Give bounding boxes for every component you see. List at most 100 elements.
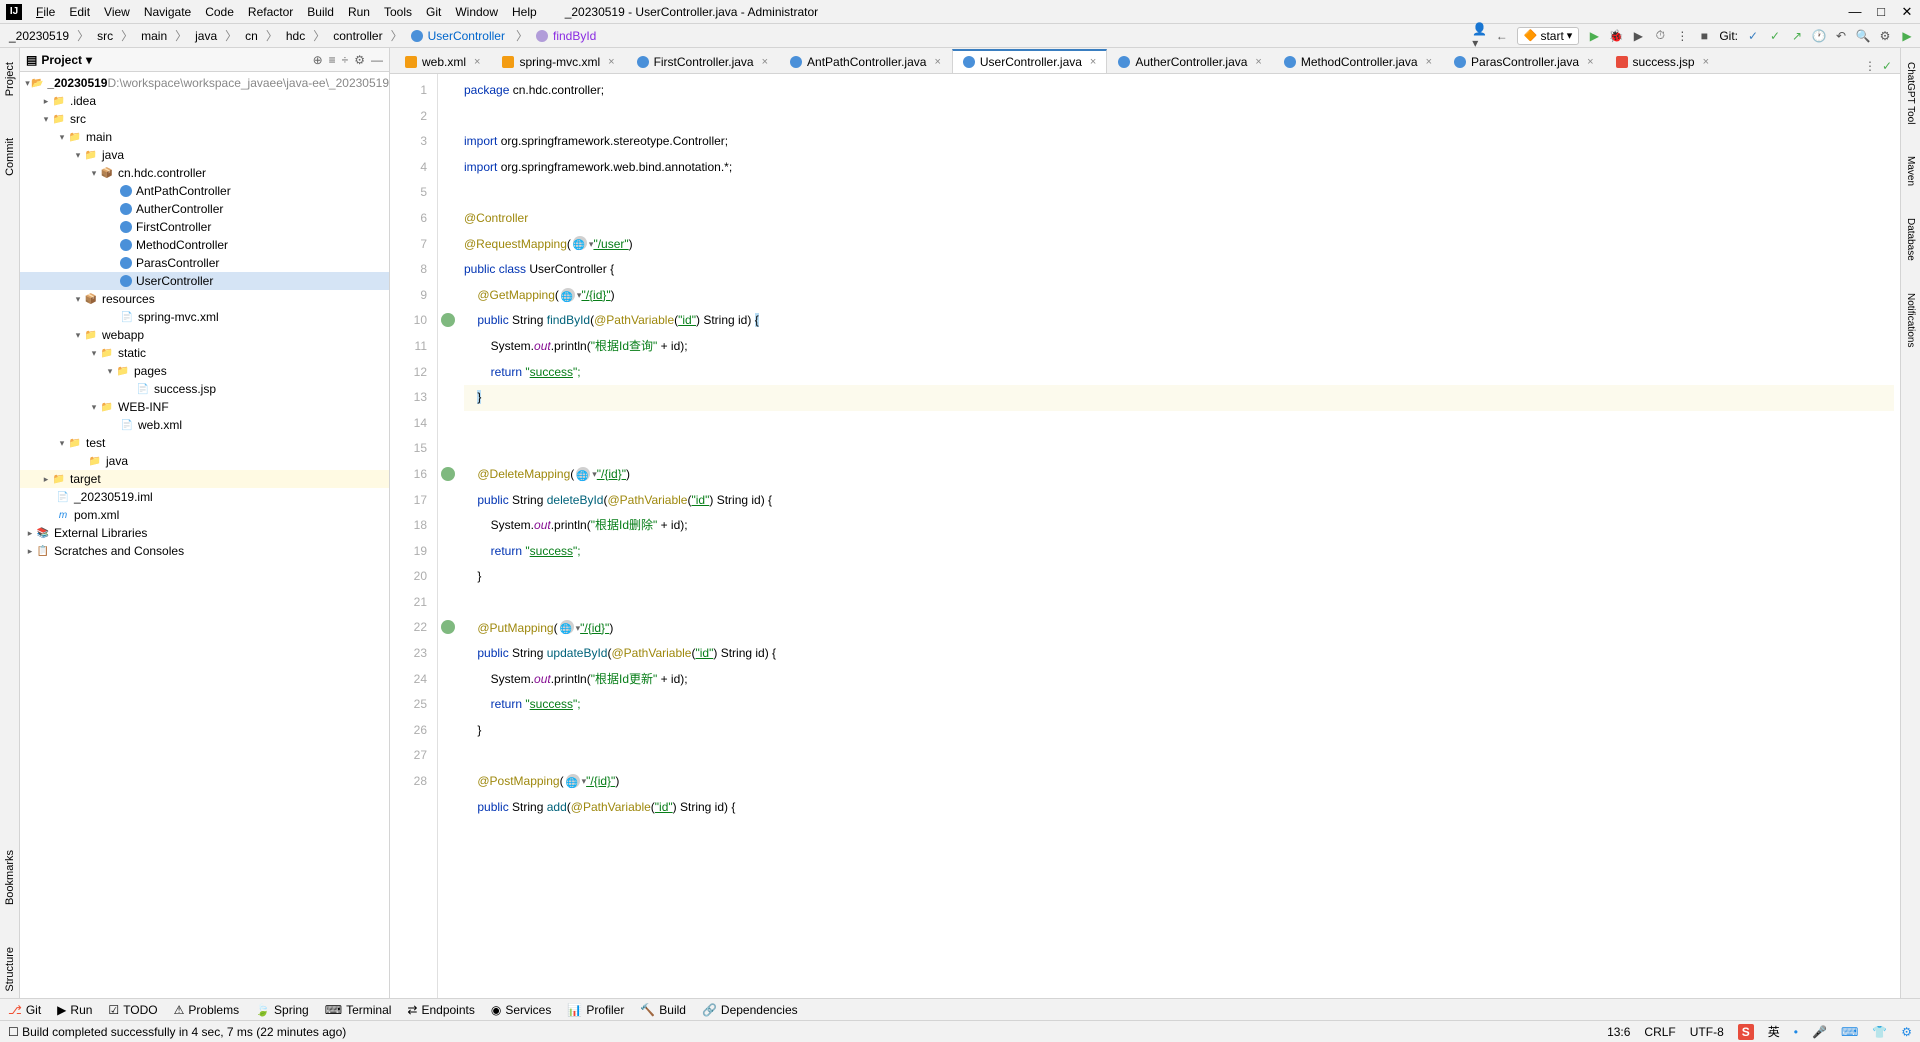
crumb-controller[interactable]: controller <box>330 29 385 43</box>
editor-area: web.xml× spring-mvc.xml× FirstController… <box>390 48 1900 998</box>
run-config-selector[interactable]: 🔶 start ▾ <box>1517 27 1580 45</box>
status-icon-4[interactable]: 👕 <box>1872 1025 1887 1039</box>
hide-icon[interactable]: — <box>371 53 383 67</box>
window-controls: — □ ✕ <box>1848 5 1914 19</box>
tool-run[interactable]: ▶ Run <box>57 1003 92 1017</box>
play-last-icon[interactable]: ▶ <box>1900 29 1914 43</box>
tab-chatgpt[interactable]: ChatGPT Tool <box>1903 56 1918 130</box>
tab-web-xml[interactable]: web.xml× <box>394 49 491 73</box>
gear-icon[interactable]: ⚙ <box>354 53 365 67</box>
status-icon-5[interactable]: ⚙ <box>1901 1025 1912 1039</box>
search-icon[interactable]: 🔍 <box>1856 29 1870 43</box>
debug-icon[interactable]: 🐞 <box>1609 29 1623 43</box>
tool-services[interactable]: ◉ Services <box>491 1003 552 1017</box>
tool-endpoints[interactable]: ⇄ Endpoints <box>407 1003 474 1017</box>
expand-icon[interactable]: ≡ <box>329 53 336 67</box>
menu-tools[interactable]: Tools <box>378 3 418 21</box>
tool-profiler[interactable]: 📊 Profiler <box>567 1003 624 1017</box>
tool-spring[interactable]: 🍃 Spring <box>255 1003 309 1017</box>
file-encoding[interactable]: UTF-8 <box>1690 1025 1724 1039</box>
project-tree[interactable]: ▾📂_20230519 D:\workspace\workspace_javae… <box>20 72 389 998</box>
endpoint-icon[interactable] <box>441 313 455 327</box>
crumb-hdc[interactable]: hdc <box>283 29 308 43</box>
tab-bookmarks[interactable]: Bookmarks <box>2 844 18 911</box>
app-logo: IJ <box>6 4 22 20</box>
tab-structure[interactable]: Structure <box>2 941 18 998</box>
status-icon-3[interactable]: ⌨ <box>1841 1025 1858 1039</box>
tab-list-icon[interactable]: ⋮ <box>1864 59 1876 73</box>
menu-bar: IJ File Edit View Navigate Code Refactor… <box>0 0 1920 24</box>
inspection-ok-icon[interactable]: ✓ <box>1882 59 1892 73</box>
menu-help[interactable]: Help <box>506 3 543 21</box>
endpoint-icon[interactable] <box>441 620 455 634</box>
caret-position[interactable]: 13:6 <box>1607 1025 1630 1039</box>
tab-notifications[interactable]: Notifications <box>1903 287 1918 353</box>
settings-icon[interactable]: ⚙ <box>1878 29 1892 43</box>
close-icon[interactable]: ✕ <box>1900 5 1914 19</box>
tab-paras[interactable]: ParasController.java× <box>1443 49 1605 73</box>
tab-commit[interactable]: Commit <box>2 132 18 182</box>
editor-tabs: web.xml× spring-mvc.xml× FirstController… <box>390 48 1900 74</box>
status-icon-2[interactable]: 🎤 <box>1812 1025 1827 1039</box>
more-icon[interactable]: ⋮ <box>1675 29 1689 43</box>
menu-file[interactable]: File <box>30 3 61 21</box>
tool-git[interactable]: ⎇Git <box>8 1003 41 1017</box>
tab-database[interactable]: Database <box>1903 212 1918 267</box>
menu-view[interactable]: View <box>98 3 136 21</box>
git-label: Git: <box>1719 29 1738 43</box>
git-update-icon[interactable]: ✓ <box>1746 29 1760 43</box>
git-commit-icon[interactable]: ✓ <box>1768 29 1782 43</box>
tool-build[interactable]: 🔨 Build <box>640 1003 686 1017</box>
ime-lang[interactable]: 英 <box>1768 1023 1780 1040</box>
crumb-cn[interactable]: cn <box>242 29 261 43</box>
tool-problems[interactable]: ⚠ Problems <box>174 1003 239 1017</box>
window-title: _20230519 - UserController.java - Admini… <box>565 5 818 19</box>
menu-window[interactable]: Window <box>449 3 504 21</box>
tool-todo[interactable]: ☑ TODO <box>108 1003 157 1017</box>
menu-git[interactable]: Git <box>420 3 447 21</box>
tab-maven[interactable]: Maven <box>1903 150 1918 192</box>
code-content[interactable]: package cn.hdc.controller; import org.sp… <box>458 74 1900 998</box>
menu-refactor[interactable]: Refactor <box>242 3 299 21</box>
tab-usercontroller[interactable]: UserController.java× <box>952 49 1107 73</box>
tab-spring-mvc[interactable]: spring-mvc.xml× <box>491 49 625 73</box>
crumb-method[interactable]: findById <box>533 29 602 43</box>
crumb-project[interactable]: _20230519 <box>6 29 72 43</box>
tool-dependencies[interactable]: 🔗 Dependencies <box>702 1003 798 1017</box>
menu-navigate[interactable]: Navigate <box>138 3 197 21</box>
crumb-java[interactable]: java <box>192 29 220 43</box>
line-separator[interactable]: CRLF <box>1644 1025 1675 1039</box>
crumb-main[interactable]: main <box>138 29 170 43</box>
ime-indicator[interactable]: S <box>1738 1024 1754 1040</box>
profile-icon[interactable]: ⏱ <box>1653 29 1667 43</box>
git-history-icon[interactable]: 🕐 <box>1812 29 1826 43</box>
menu-edit[interactable]: Edit <box>63 3 96 21</box>
coverage-icon[interactable]: ▶ <box>1631 29 1645 43</box>
code-editor[interactable]: 123456789 10111213141516171819 202122232… <box>390 74 1900 998</box>
status-icon-1[interactable]: • <box>1794 1025 1798 1039</box>
tab-method[interactable]: MethodController.java× <box>1273 49 1443 73</box>
collapse-icon[interactable]: ÷ <box>342 53 349 67</box>
back-icon[interactable]: ← <box>1495 29 1509 43</box>
crumb-src[interactable]: src <box>94 29 116 43</box>
tab-first[interactable]: FirstController.java× <box>626 49 779 73</box>
tab-success[interactable]: success.jsp× <box>1605 49 1720 73</box>
endpoint-icon[interactable] <box>441 467 455 481</box>
project-dropdown-icon[interactable]: ▤ <box>26 53 37 67</box>
git-push-icon[interactable]: ↗ <box>1790 29 1804 43</box>
menu-run[interactable]: Run <box>342 3 376 21</box>
minimize-icon[interactable]: — <box>1848 5 1862 19</box>
tool-terminal[interactable]: ⌨ Terminal <box>325 1003 392 1017</box>
crumb-class[interactable]: UserController <box>408 29 511 43</box>
user-icon[interactable]: 👤▾ <box>1473 29 1487 43</box>
maximize-icon[interactable]: □ <box>1874 5 1888 19</box>
run-icon[interactable]: ▶ <box>1587 29 1601 43</box>
stop-icon[interactable]: ■ <box>1697 29 1711 43</box>
tab-auther[interactable]: AutherController.java× <box>1107 49 1273 73</box>
menu-build[interactable]: Build <box>301 3 340 21</box>
git-rollback-icon[interactable]: ↶ <box>1834 29 1848 43</box>
tab-project[interactable]: Project <box>2 56 18 102</box>
tab-antpath[interactable]: AntPathController.java× <box>779 49 952 73</box>
select-opened-icon[interactable]: ⊕ <box>313 53 323 67</box>
menu-code[interactable]: Code <box>199 3 240 21</box>
